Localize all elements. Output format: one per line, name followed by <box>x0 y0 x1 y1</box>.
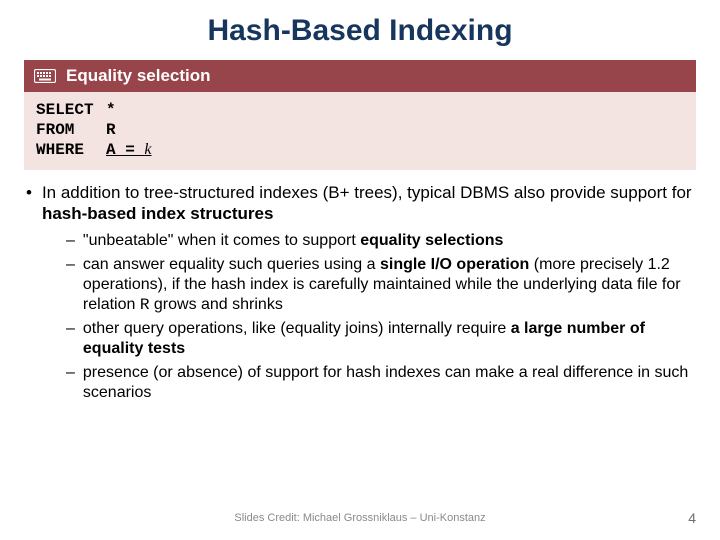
dash-icon: – <box>66 231 75 251</box>
code-line: FROMR <box>36 120 684 140</box>
code-predicate: A = k <box>106 141 152 159</box>
t-bold: single I/O operation <box>380 256 529 273</box>
section-banner: Equality selection <box>24 60 696 92</box>
kw-select: SELECT <box>36 100 106 120</box>
code-line: SELECT* <box>36 100 684 120</box>
t-mono: R <box>140 296 150 314</box>
list-item: – presence (or absence) of support for h… <box>66 363 694 403</box>
sub-list: – "unbeatable" when it comes to support … <box>26 231 694 403</box>
code-text: A = <box>106 141 144 159</box>
dash-icon: – <box>66 363 75 403</box>
sql-code-block: SELECT* FROMR WHEREA = k <box>24 92 696 170</box>
dash-icon: – <box>66 319 75 359</box>
bullet-item: • In addition to tree-structured indexes… <box>26 182 694 225</box>
kw-where: WHERE <box>36 140 106 160</box>
banner-label: Equality selection <box>66 66 211 86</box>
t: "unbeatable" when it comes to support <box>83 232 360 249</box>
t: In addition to tree-structured indexes (… <box>42 183 692 202</box>
keyboard-icon <box>34 69 56 83</box>
t-bold: equality selections <box>360 232 503 249</box>
code-var: k <box>144 141 151 158</box>
slide: Hash-Based Indexing Equality selection S… <box>0 0 720 540</box>
t: other query operations, like (equality j… <box>83 320 511 337</box>
list-item: – "unbeatable" when it comes to support … <box>66 231 694 251</box>
page-title: Hash-Based Indexing <box>24 14 696 48</box>
list-text: "unbeatable" when it comes to support eq… <box>83 231 503 251</box>
list-item: – other query operations, like (equality… <box>66 319 694 359</box>
body-text: • In addition to tree-structured indexes… <box>24 170 696 403</box>
t-bold: hash-based index structures <box>42 204 273 223</box>
list-text: other query operations, like (equality j… <box>83 319 694 359</box>
list-text: presence (or absence) of support for has… <box>83 363 694 403</box>
page-number: 4 <box>688 510 696 526</box>
code-text: R <box>106 121 116 139</box>
bullet-text: In addition to tree-structured indexes (… <box>42 182 694 225</box>
kw-from: FROM <box>36 120 106 140</box>
code-line: WHEREA = k <box>36 140 684 160</box>
footer-credit: Slides Credit: Michael Grossniklaus – Un… <box>0 512 720 524</box>
dash-icon: – <box>66 255 75 315</box>
t: grows and shrinks <box>149 296 282 313</box>
list-item: – can answer equality such queries using… <box>66 255 694 315</box>
bullet-dot: • <box>26 182 32 225</box>
list-text: can answer equality such queries using a… <box>83 255 694 315</box>
code-text: * <box>106 101 116 119</box>
t: can answer equality such queries using a <box>83 256 380 273</box>
